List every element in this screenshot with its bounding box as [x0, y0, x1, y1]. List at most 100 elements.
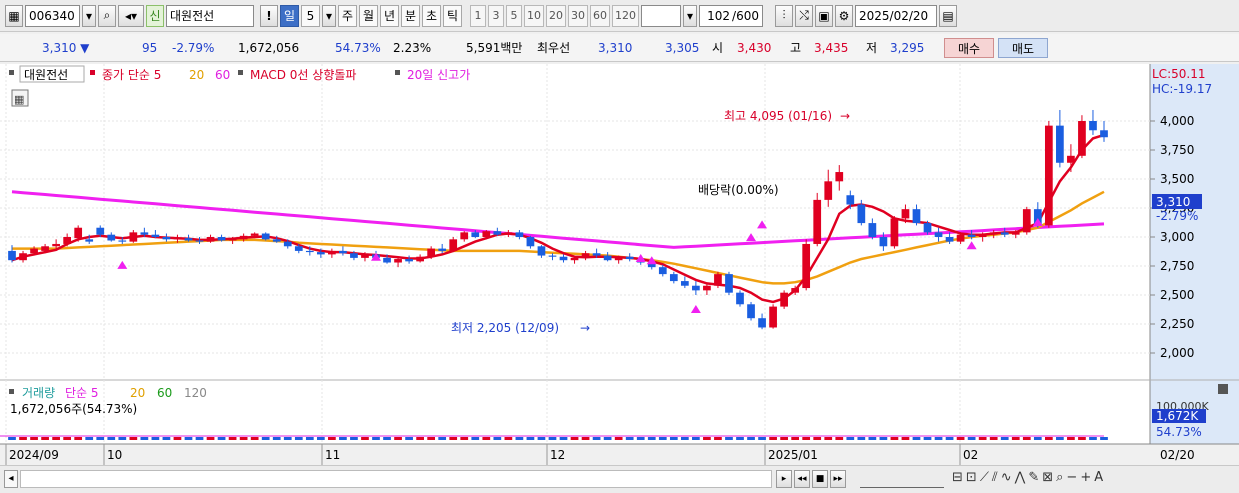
count-input[interactable]: 102/600: [699, 4, 763, 27]
volume-bar: [493, 437, 502, 440]
volume-panel-close-icon[interactable]: [1218, 384, 1228, 394]
layout-icon[interactable]: ▦: [5, 4, 23, 27]
magnifier-icon[interactable]: ⌕: [1056, 470, 1063, 485]
volume-bar: [305, 437, 314, 440]
next-icon[interactable]: ▸: [776, 470, 792, 488]
fibonacci-icon[interactable]: ⫽: [992, 470, 998, 485]
line-tool-icon[interactable]: ⤭: [795, 4, 813, 27]
interval-20[interactable]: 20: [546, 4, 566, 27]
interval-5[interactable]: 5: [506, 4, 522, 27]
volume-bar: [107, 437, 116, 440]
volume-bar: [129, 437, 138, 440]
pencil-icon[interactable]: ✎: [1028, 470, 1039, 485]
period-month[interactable]: 월: [359, 4, 378, 27]
high-label: 고: [790, 41, 802, 55]
candle-body: [1067, 155, 1075, 163]
candle-body: [350, 253, 358, 258]
trend-line-icon[interactable]: ⟋: [980, 470, 989, 485]
volume-bar: [261, 437, 270, 440]
interval-10[interactable]: 10: [524, 4, 544, 27]
candle-body: [162, 237, 171, 240]
candle-body: [658, 267, 667, 275]
candle-body: [791, 288, 800, 293]
forward-icon[interactable]: ▸▸: [830, 470, 846, 488]
volume-bar: [482, 437, 491, 440]
period-minute[interactable]: 분: [401, 4, 420, 27]
lock-icon[interactable]: ⊠: [1042, 470, 1053, 485]
zoom-slider[interactable]: [860, 470, 944, 488]
volume-bar: [791, 437, 800, 440]
candle-body: [923, 223, 932, 233]
candle-body: [714, 274, 722, 286]
candle-body: [879, 237, 888, 247]
period-second[interactable]: 초: [422, 4, 441, 27]
best-price-label: 최우선: [537, 41, 571, 55]
interval-120[interactable]: 120: [612, 4, 639, 27]
period-day[interactable]: 일: [280, 4, 299, 27]
horizontal-scrollbar[interactable]: [20, 470, 772, 488]
calendar-icon[interactable]: ▤: [939, 4, 957, 27]
volume-bar: [85, 437, 94, 440]
zoom-out-icon[interactable]: −: [1066, 470, 1077, 485]
stop-icon[interactable]: ■: [812, 470, 828, 488]
sell-button[interactable]: 매도: [998, 38, 1048, 58]
interval-select[interactable]: [641, 4, 681, 27]
interval-30[interactable]: 30: [568, 4, 588, 27]
candle-body: [173, 238, 182, 240]
candle-type-icon[interactable]: ⫶: [775, 4, 793, 27]
candle-body: [592, 253, 601, 256]
date-value: 2025/02/20: [859, 8, 929, 23]
volume-legend-label: 거래량: [22, 386, 55, 400]
text-tool-icon[interactable]: A: [1094, 470, 1103, 485]
candle-body: [30, 248, 38, 254]
save-icon[interactable]: ▣: [815, 4, 833, 27]
interval-1[interactable]: 1: [470, 4, 486, 27]
volume-bar: [669, 437, 678, 440]
rewind-icon[interactable]: ◂◂: [794, 470, 810, 488]
alert-button[interactable]: !: [260, 4, 278, 27]
code-dropdown-button[interactable]: ▾: [82, 4, 96, 27]
candle-body: [217, 237, 226, 241]
volume-bar: [989, 437, 998, 440]
zoom-in-icon[interactable]: +: [1080, 470, 1091, 485]
candle-body: [482, 231, 491, 237]
x-axis-label: 10: [107, 448, 122, 462]
compare-icon[interactable]: ⊡: [966, 470, 977, 485]
bottom-toolbar: ◂ ▸ ◂◂ ■ ▸▸ ⊟ ⊡ ⟋ ⫽ ∿ ⋀ ✎ ⊠ ⌕ − + A: [0, 465, 1239, 493]
chart-layout-icon[interactable]: ⊟: [952, 470, 963, 485]
date-input[interactable]: 2025/02/20: [855, 4, 937, 27]
candle-body: [8, 250, 16, 261]
pattern-icon[interactable]: ∿: [1001, 470, 1012, 485]
interval-60[interactable]: 60: [590, 4, 610, 27]
period-dropdown-button[interactable]: ▾: [322, 4, 336, 27]
interval-3[interactable]: 3: [488, 4, 504, 27]
stock-code-input[interactable]: 006340: [25, 4, 80, 27]
lc-label: LC:50.11: [1152, 67, 1205, 81]
volume-bar: [162, 437, 171, 440]
volume-bar: [747, 437, 755, 440]
candle-body: [537, 246, 546, 256]
candle-body: [526, 237, 535, 247]
period-5[interactable]: 5: [301, 4, 320, 27]
volume-bar: [515, 437, 524, 440]
price-change: 95: [142, 41, 158, 55]
price-chart[interactable]: 대원전선 종가 단순 5 20 60 MACD 0선 상향돌파 20일 신고가 …: [0, 64, 1239, 465]
search-icon[interactable]: ⌕: [98, 4, 116, 27]
period-week[interactable]: 주: [338, 4, 357, 27]
candle-body: [493, 231, 502, 235]
volume-bar: [173, 437, 182, 440]
interval-dropdown-button[interactable]: ▾: [683, 4, 697, 27]
volume-current-tag-text: 1,672K: [1156, 409, 1199, 423]
buy-button[interactable]: 매수: [944, 38, 994, 58]
volume-bar: [63, 437, 72, 440]
scroll-left-button[interactable]: ◂: [4, 470, 18, 488]
stock-name-field[interactable]: 대원전선: [166, 4, 254, 27]
gear-icon[interactable]: ⚙: [835, 4, 853, 27]
speaker-icon[interactable]: ◂▾: [118, 4, 144, 27]
y-tick-label: 3,750: [1160, 143, 1194, 157]
period-tick[interactable]: 틱: [443, 4, 462, 27]
candle-body: [316, 252, 325, 255]
wave-icon[interactable]: ⋀: [1015, 470, 1026, 485]
volume-bar: [1056, 437, 1064, 440]
period-year[interactable]: 년: [380, 4, 399, 27]
